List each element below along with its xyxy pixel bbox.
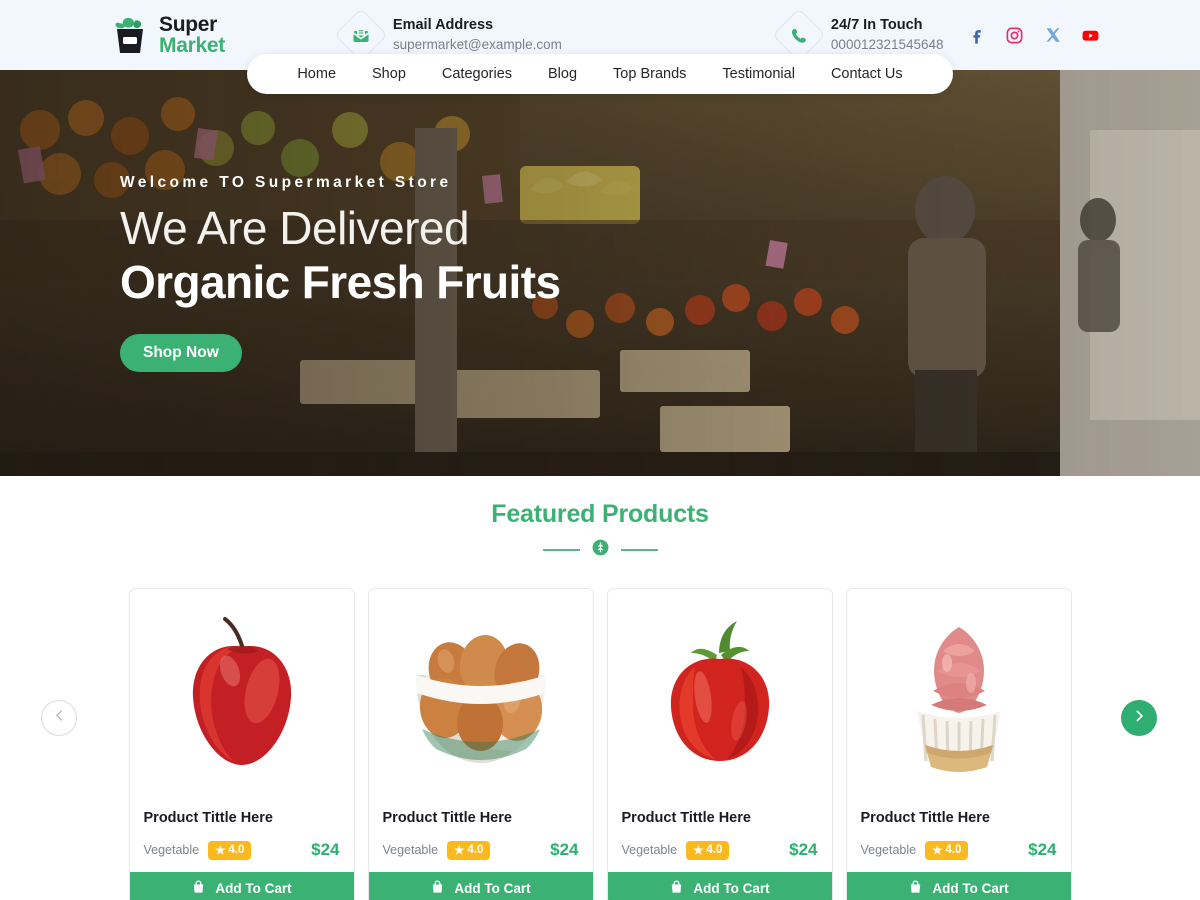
hero-banner: Welcome TO Supermarket Store We Are Deli… <box>0 70 1200 476</box>
phone-label: 24/7 In Touch <box>830 17 923 34</box>
header-phone-block[interactable]: 24/7 In Touch 000012321545648 <box>772 8 944 62</box>
product-info: Product Tittle Here Vegetable ★ 4.0 $24 <box>847 796 1071 872</box>
product-rating-badge: ★ 4.0 <box>447 840 491 860</box>
nav-item-contact-us[interactable]: Contact Us <box>813 66 921 82</box>
featured-products-section: Featured Products Product Tittle Here Ve… <box>0 476 1200 900</box>
product-category: Vegetable <box>382 843 439 857</box>
product-title: Product Tittle Here <box>143 810 273 826</box>
product-card[interactable]: Product Tittle Here Vegetable ★ 4.0 $24 <box>845 588 1072 900</box>
star-icon: ★ <box>693 845 704 857</box>
hero-eyebrow: Welcome TO Supermarket Store <box>120 174 452 191</box>
logo-wordmark: Super Market <box>159 14 225 56</box>
logo-line-super: Super <box>159 13 218 36</box>
product-info: Product Tittle Here Vegetable ★ 4.0 $24 <box>130 796 354 872</box>
product-title: Product Tittle Here <box>382 810 512 826</box>
product-image-bowl-of-eggs <box>368 589 593 796</box>
product-image-pink-cupcake <box>846 589 1071 796</box>
product-image-red-bell-pepper <box>607 589 832 796</box>
product-info: Product Tittle Here Vegetable ★ 4.0 $24 <box>369 796 593 872</box>
product-card[interactable]: Product Tittle Here Vegetable ★ 4.0 $24 <box>367 588 594 900</box>
add-to-cart-label: Add To Cart <box>693 881 770 896</box>
product-rating-badge: ★ 4.0 <box>925 840 969 860</box>
nav-item-testimonial[interactable]: Testimonial <box>704 66 813 82</box>
star-icon: ★ <box>215 845 226 857</box>
rating-value: 4.0 <box>945 844 962 856</box>
star-icon: ★ <box>454 845 465 857</box>
nav-item-shop[interactable]: Shop <box>354 66 424 82</box>
phone-value: 000012321545648 <box>830 36 944 52</box>
header-contact-group: Email Address supermarket@example.com 24… <box>334 8 944 62</box>
logo-line-market: Market <box>159 34 225 57</box>
product-meta: Vegetable ★ 4.0 $24 <box>144 840 340 860</box>
shopping-bag-icon <box>669 879 684 898</box>
hero-title-bold: Organic Fresh Fruits <box>120 255 561 308</box>
social-links <box>967 26 1100 45</box>
add-to-cart-label: Add To Cart <box>454 881 531 896</box>
product-price: $24 <box>1028 840 1057 859</box>
shopping-bag-icon <box>908 879 923 898</box>
email-text: Email Address supermarket@example.com <box>393 16 562 54</box>
shopping-bag-icon <box>191 879 206 898</box>
shopping-bag-icon <box>430 879 445 898</box>
instagram-icon[interactable] <box>1005 26 1024 45</box>
add-to-cart-button[interactable]: Add To Cart <box>846 872 1071 900</box>
nav-item-home[interactable]: Home <box>279 66 354 82</box>
carousel-next-button[interactable] <box>1121 700 1157 736</box>
product-title: Product Tittle Here <box>860 810 990 826</box>
product-info: Product Tittle Here Vegetable ★ 4.0 $24 <box>608 796 832 872</box>
header-email-block[interactable]: Email Address supermarket@example.com <box>334 8 562 62</box>
nav-item-top-brands[interactable]: Top Brands <box>595 66 704 82</box>
product-price: $24 <box>550 840 579 859</box>
carousel-prev-button[interactable] <box>41 700 77 736</box>
star-icon: ★ <box>932 845 943 857</box>
hero-title-light: We Are Delivered <box>120 202 470 254</box>
email-value: supermarket@example.com <box>392 36 562 52</box>
rating-value: 4.0 <box>228 844 245 856</box>
product-rating-badge: ★ 4.0 <box>686 840 730 860</box>
section-title: Featured Products <box>491 500 709 528</box>
rating-value: 4.0 <box>706 844 723 856</box>
add-to-cart-button[interactable]: Add To Cart <box>368 872 593 900</box>
add-to-cart-button[interactable]: Add To Cart <box>607 872 832 900</box>
product-card[interactable]: Product Tittle Here Vegetable ★ 4.0 $24 <box>606 588 833 900</box>
section-divider <box>0 538 1200 562</box>
nav-item-categories[interactable]: Categories <box>424 66 530 82</box>
chevron-right-icon <box>1132 709 1146 728</box>
page-root: Super Market Email Address supermarket@e… <box>0 0 1200 900</box>
phone-text: 24/7 In Touch 000012321545648 <box>831 16 944 54</box>
rating-value: 4.0 <box>467 844 484 856</box>
site-logo[interactable]: Super Market <box>110 14 225 56</box>
basket-leaf-icon <box>110 14 150 56</box>
hero-content: Welcome TO Supermarket Store We Are Deli… <box>120 174 561 372</box>
divider-line-right <box>620 549 658 551</box>
product-meta: Vegetable ★ 4.0 $24 <box>861 840 1057 860</box>
main-navigation: Home Shop Categories Blog Top Brands Tes… <box>0 54 1200 94</box>
product-image-red-apple <box>129 589 354 796</box>
product-category: Vegetable <box>621 843 678 857</box>
email-label: Email Address <box>392 17 494 34</box>
add-to-cart-button[interactable]: Add To Cart <box>129 872 354 900</box>
product-meta: Vegetable ★ 4.0 $24 <box>622 840 818 860</box>
shop-now-button[interactable]: Shop Now <box>120 333 242 372</box>
product-rating-badge: ★ 4.0 <box>208 840 252 860</box>
product-carousel: Product Tittle Here Vegetable ★ 4.0 $24 <box>0 588 1200 900</box>
product-price: $24 <box>311 840 340 859</box>
product-price: $24 <box>789 840 818 859</box>
nav-item-blog[interactable]: Blog <box>530 66 595 82</box>
product-category: Vegetable <box>143 843 200 857</box>
add-to-cart-label: Add To Cart <box>932 881 1009 896</box>
nav-pill: Home Shop Categories Blog Top Brands Tes… <box>247 54 953 94</box>
facebook-icon[interactable] <box>967 26 986 45</box>
product-title: Product Tittle Here <box>621 810 751 826</box>
youtube-icon[interactable] <box>1081 26 1100 45</box>
x-twitter-icon[interactable] <box>1043 26 1062 45</box>
product-card[interactable]: Product Tittle Here Vegetable ★ 4.0 $24 <box>128 588 355 900</box>
product-category: Vegetable <box>860 843 917 857</box>
wheat-badge-icon <box>591 538 610 562</box>
chevron-left-icon <box>53 709 66 727</box>
product-meta: Vegetable ★ 4.0 $24 <box>383 840 579 860</box>
divider-line-left <box>542 549 580 551</box>
add-to-cart-label: Add To Cart <box>215 881 292 896</box>
